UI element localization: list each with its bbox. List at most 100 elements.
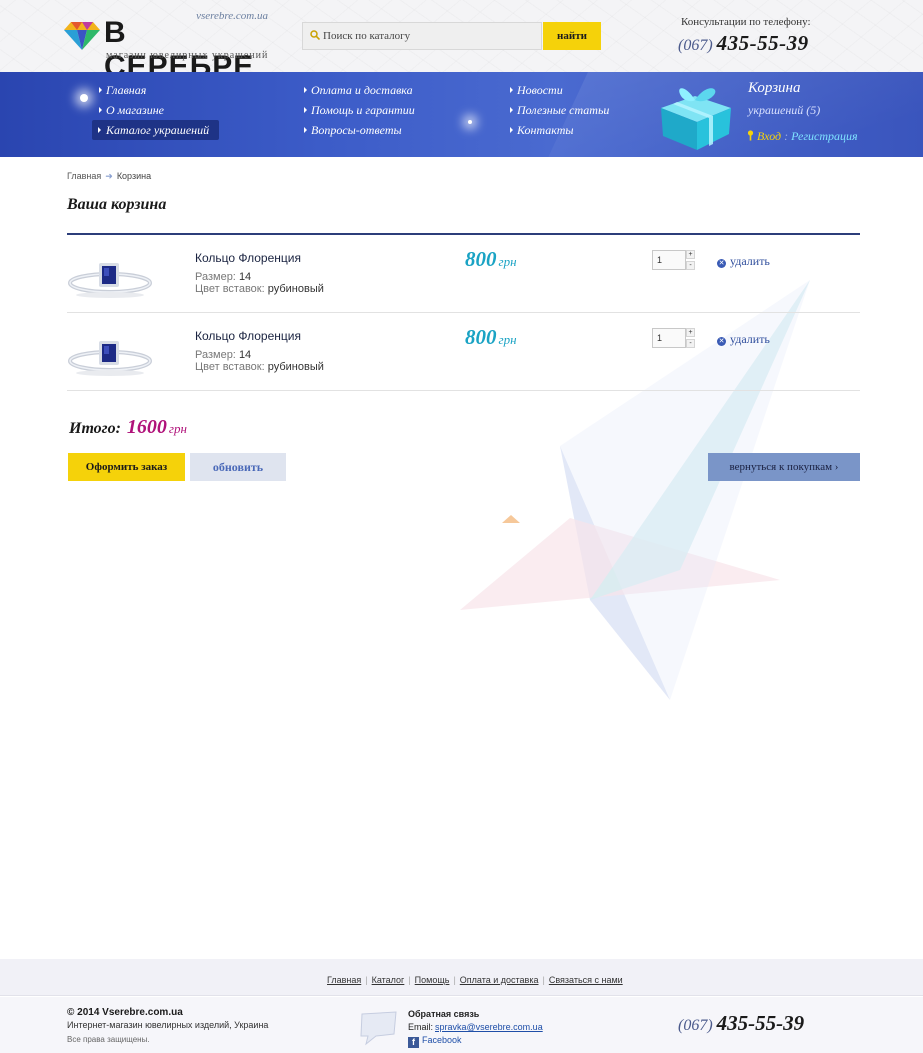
total-label: Итого: xyxy=(69,420,121,437)
phone-code: (067) xyxy=(678,37,713,54)
sparkle-decoration xyxy=(80,94,88,102)
footer-link-contact[interactable]: Связаться с нами xyxy=(549,975,623,985)
nav-item-contacts[interactable]: Контакты xyxy=(509,120,609,140)
footer-link-payment-delivery[interactable]: Оплата и доставка xyxy=(460,975,539,985)
size-value: 14 xyxy=(238,349,252,361)
insert-label: Цвет вставок: xyxy=(195,361,265,373)
breadcrumb-home[interactable]: Главная xyxy=(67,171,101,181)
gift-box-icon[interactable] xyxy=(655,80,737,152)
quantity-minus-button[interactable]: - xyxy=(686,261,695,270)
page-title: Ваша корзина xyxy=(67,196,167,213)
price-currency: грн xyxy=(498,254,517,269)
search-icon xyxy=(310,30,320,40)
footer-link-separator: | xyxy=(365,975,368,985)
price-value: 800 xyxy=(465,325,497,349)
nav-item-catalog[interactable]: Каталог украшений xyxy=(92,120,220,140)
cart-item-row: Кольцо Флоренция Размер: 14 Цвет вставок… xyxy=(67,235,860,313)
delete-icon: ✕ xyxy=(717,337,726,346)
facebook-label: Facebook xyxy=(422,1035,462,1045)
insert-label: Цвет вставок: xyxy=(195,283,265,295)
footer-copyright: © 2014 Vserebre.com.ua xyxy=(67,1007,183,1018)
price-currency: грн xyxy=(498,332,517,347)
product-insert-color: Цвет вставок: рубиновый xyxy=(195,361,324,373)
footer-link-catalog[interactable]: Каталог xyxy=(372,975,405,985)
nav-column-2: Оплата и доставка Помощь и гарантии Вопр… xyxy=(303,80,415,140)
search-input[interactable] xyxy=(323,27,535,45)
footer-links: Главная | Каталог | Помощь | Оплата и доставка… xyxy=(327,975,623,985)
footer-link-help[interactable]: Помощь xyxy=(415,975,450,985)
quantity-plus-button[interactable]: + xyxy=(686,250,695,259)
facebook-link[interactable]: f Facebook xyxy=(408,1035,462,1048)
site-header: vserebre.com.ua В СЕРЕБРЕ магазин ювелир… xyxy=(0,0,923,83)
nav-item-faq[interactable]: Вопросы-ответы xyxy=(303,120,415,140)
auth-separator: : xyxy=(784,129,789,143)
cart-count[interactable]: украшений (5) xyxy=(748,103,820,118)
feedback-title: Обратная связь xyxy=(408,1009,480,1019)
delete-label: удалить xyxy=(730,254,770,268)
quantity-input[interactable]: 1 xyxy=(652,250,686,270)
search-box xyxy=(302,22,542,50)
delete-item-link[interactable]: ✕ удалить xyxy=(717,332,770,347)
product-size: Размер: 14 xyxy=(195,349,251,361)
search-button[interactable]: найти xyxy=(543,22,601,50)
auth-links: Вход: Регистрация xyxy=(747,129,858,144)
size-value: 14 xyxy=(238,271,252,283)
ring-product-image[interactable] xyxy=(67,329,153,377)
size-label: Размер: xyxy=(195,349,236,361)
site-logo[interactable]: vserebre.com.ua В СЕРЕБРЕ магазин ювелир… xyxy=(64,10,270,83)
footer-link-separator: | xyxy=(542,975,545,985)
delete-item-link[interactable]: ✕ удалить xyxy=(717,254,770,269)
quantity-input[interactable]: 1 xyxy=(652,328,686,348)
key-icon xyxy=(747,130,754,141)
delete-label: удалить xyxy=(730,332,770,346)
product-name[interactable]: Кольцо Флоренция xyxy=(195,251,301,265)
logo-tagline: магазин ювелирных украшений xyxy=(106,50,269,61)
email-label: Email: xyxy=(408,1022,434,1032)
nav-column-1: Главная О магазине Каталог украшений xyxy=(92,80,220,140)
continue-shopping-button[interactable]: вернуться к покупкам › xyxy=(708,453,860,481)
footer-phone: (067) 435-55-39 xyxy=(678,1011,804,1036)
update-cart-button[interactable]: обновить xyxy=(190,453,286,481)
feedback-email: Email: spravka@vserebre.com.ua xyxy=(408,1022,543,1032)
place-order-button[interactable]: Оформить заказ xyxy=(68,453,185,481)
breadcrumb-arrow-icon: ➜ xyxy=(105,171,113,181)
facebook-icon: f xyxy=(408,1037,419,1048)
site-footer: © 2014 Vserebre.com.ua Интернет-магазин … xyxy=(0,997,923,1053)
quantity-minus-button[interactable]: - xyxy=(686,339,695,348)
nav-item-news[interactable]: Новости xyxy=(509,80,609,100)
nav-item-payment-delivery[interactable]: Оплата и доставка xyxy=(303,80,415,100)
sparkle-decoration xyxy=(468,120,472,124)
price-value: 800 xyxy=(465,247,497,271)
footer-subtitle: Интернет-магазин ювелирных изделий, Укра… xyxy=(67,1020,269,1030)
login-link[interactable]: Вход xyxy=(757,129,781,143)
total-currency: грн xyxy=(168,421,187,436)
ring-product-image[interactable] xyxy=(67,251,153,299)
product-name[interactable]: Кольцо Флоренция xyxy=(195,329,301,343)
cart-item-row: Кольцо Флоренция Размер: 14 Цвет вставок… xyxy=(67,313,860,391)
footer-rights: Все права защищены. xyxy=(67,1035,150,1044)
quantity-plus-button[interactable]: + xyxy=(686,328,695,337)
total-value: 1600 xyxy=(126,416,167,438)
breadcrumb: Главная ➜ Корзина xyxy=(67,171,151,182)
speech-bubble-icon xyxy=(360,1011,397,1046)
diamond-logo-icon xyxy=(64,22,100,50)
nav-item-home[interactable]: Главная xyxy=(98,80,219,100)
insert-value: рубиновый xyxy=(267,283,324,295)
footer-phone-number: 435-55-39 xyxy=(716,1011,805,1035)
nav-item-about[interactable]: О магазине xyxy=(98,100,219,120)
main-navigation: Главная О магазине Каталог украшений Опл… xyxy=(0,72,923,157)
nav-item-help-guarantees[interactable]: Помощь и гарантии xyxy=(303,100,415,120)
register-link[interactable]: Регистрация xyxy=(791,129,857,143)
size-label: Размер: xyxy=(195,271,236,283)
delete-icon: ✕ xyxy=(717,259,726,268)
phone-number: 435-55-39 xyxy=(716,31,809,55)
product-insert-color: Цвет вставок: рубиновый xyxy=(195,283,324,295)
nav-item-articles[interactable]: Полезные статьи xyxy=(509,100,609,120)
phone-label: Консультации по телефону: xyxy=(681,16,811,28)
cart-title[interactable]: Корзина xyxy=(748,80,801,97)
footer-link-home[interactable]: Главная xyxy=(327,975,361,985)
header-phone: (067) 435-55-39 xyxy=(678,31,838,56)
email-link[interactable]: spravka@vserebre.com.ua xyxy=(435,1022,543,1032)
footer-link-separator: | xyxy=(408,975,411,985)
product-price: 800 грн xyxy=(465,325,517,350)
